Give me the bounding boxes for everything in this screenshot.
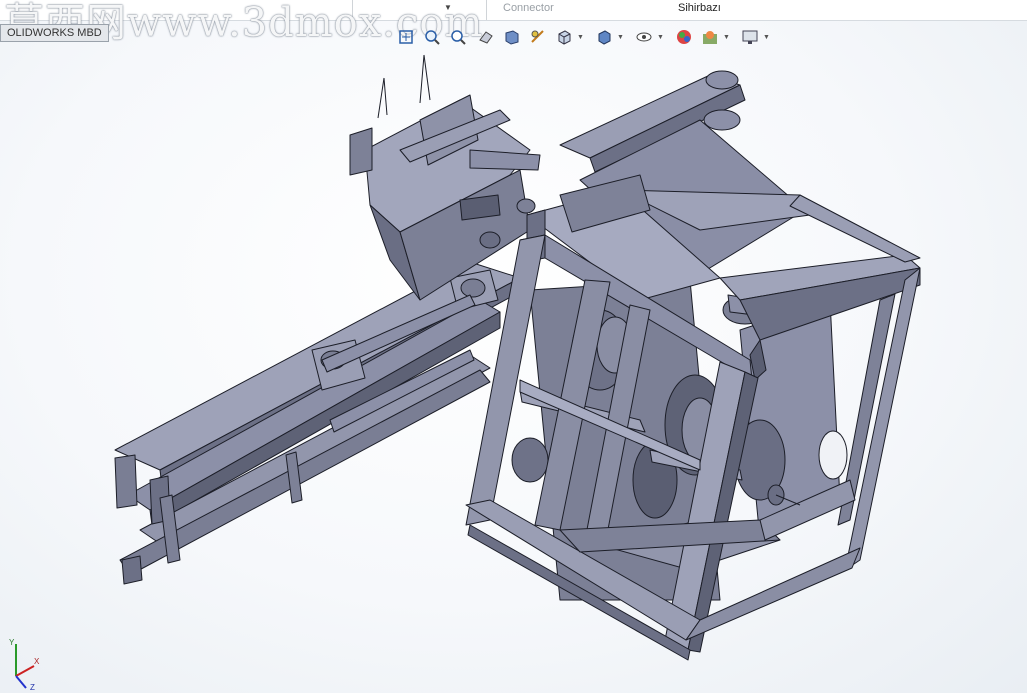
reference-triad: Y X Z <box>9 638 40 691</box>
hide-show-icon[interactable] <box>633 26 655 48</box>
dynamic-annotation-icon[interactable] <box>527 26 549 48</box>
caret-down-icon[interactable]: ▼ <box>723 34 730 41</box>
zoom-in-icon[interactable] <box>447 26 469 48</box>
triad-y-label: Y <box>9 638 15 647</box>
triad-x-label: X <box>34 657 40 666</box>
caret-down-icon[interactable]: ▼ <box>657 34 664 41</box>
document-tab[interactable]: OLIDWORKS MBD <box>0 24 109 42</box>
zoom-area-icon[interactable] <box>421 26 443 48</box>
triad-z-label: Z <box>30 683 35 691</box>
caret-down-icon[interactable]: ▼ <box>617 34 624 41</box>
caret-down-icon[interactable]: ▼ <box>577 34 584 41</box>
previous-view-icon[interactable] <box>475 26 497 48</box>
apply-scene-icon[interactable] <box>699 26 721 48</box>
graphics-area[interactable] <box>0 0 1027 693</box>
zoom-to-fit-icon[interactable] <box>395 26 417 48</box>
display-style-icon[interactable] <box>593 26 615 48</box>
section-view-icon[interactable] <box>501 26 523 48</box>
caret-down-icon[interactable]: ▼ <box>763 34 770 41</box>
view-settings-icon[interactable] <box>739 26 761 48</box>
view-orientation-icon[interactable] <box>553 26 575 48</box>
edit-appearance-icon[interactable] <box>673 26 695 48</box>
